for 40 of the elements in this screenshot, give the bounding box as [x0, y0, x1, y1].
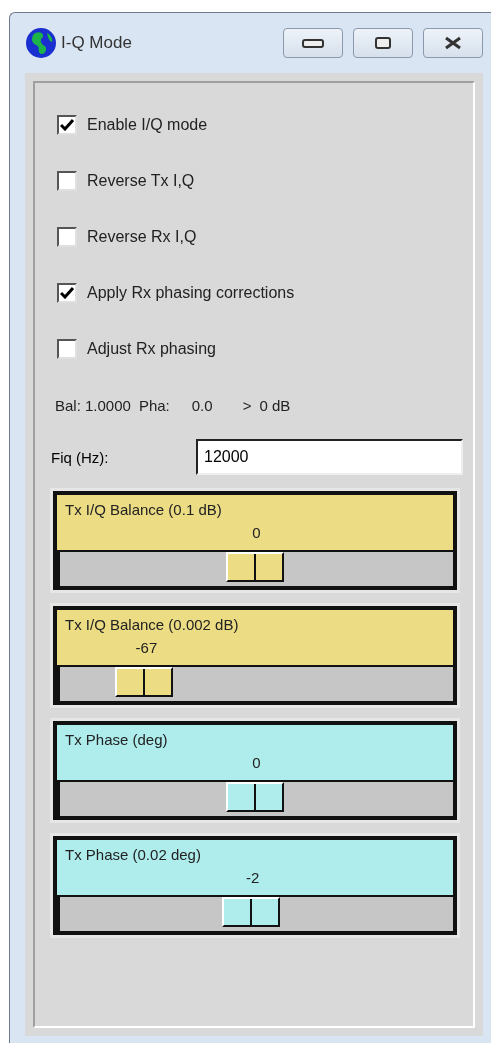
slider-value: -2: [245, 869, 260, 886]
slider-title: Tx I/Q Balance (0.002 dB): [64, 615, 240, 633]
slider-track[interactable]: [57, 895, 453, 931]
minimize-button[interactable]: [283, 28, 343, 58]
checkbox[interactable]: [57, 283, 77, 303]
field-label: Fiq (Hz):: [51, 448, 110, 466]
checkbox-label: Enable I/Q mode: [87, 116, 208, 134]
slider-thumb[interactable]: [226, 782, 284, 812]
window-title: I-Q Mode: [61, 33, 133, 53]
checkbox[interactable]: [57, 171, 77, 191]
slider-value: 0: [252, 524, 261, 541]
status-text: >: [242, 396, 252, 414]
minimize-icon: [302, 38, 324, 48]
maximize-button[interactable]: [353, 28, 413, 58]
slider-track[interactable]: [57, 665, 453, 701]
close-button[interactable]: [423, 28, 483, 58]
checkbox-label: Reverse Tx I,Q: [87, 172, 195, 190]
slider-value: -67: [135, 639, 158, 656]
maximize-icon: [374, 36, 392, 50]
status-text: 0 dB: [259, 396, 291, 414]
checkbox[interactable]: [57, 115, 77, 135]
checkbox-label: Reverse Rx I,Q: [87, 228, 197, 246]
status-text: Pha:: [138, 396, 170, 414]
slider-title: Tx Phase (0.02 deg): [64, 845, 202, 863]
slider-track[interactable]: [57, 780, 453, 816]
slider-track[interactable]: [57, 550, 453, 586]
slider-value: 0: [252, 754, 261, 771]
checkbox[interactable]: [57, 339, 77, 359]
slider-thumb[interactable]: [115, 667, 174, 697]
frequency-field[interactable]: 12000: [196, 439, 463, 475]
slider-title: Tx Phase (deg): [64, 730, 169, 748]
checkbox-label: Adjust Rx phasing: [87, 340, 216, 358]
globe-icon: [25, 27, 57, 59]
status-text: Bal: 1.0000: [55, 396, 131, 414]
slider-thumb[interactable]: [226, 552, 284, 582]
checkbox-label: Apply Rx phasing corrections: [87, 284, 295, 302]
slider-thumb[interactable]: [222, 897, 281, 927]
checkbox[interactable]: [57, 227, 77, 247]
slider-title: Tx I/Q Balance (0.1 dB): [64, 500, 223, 518]
status-text: 0.0: [191, 396, 213, 414]
